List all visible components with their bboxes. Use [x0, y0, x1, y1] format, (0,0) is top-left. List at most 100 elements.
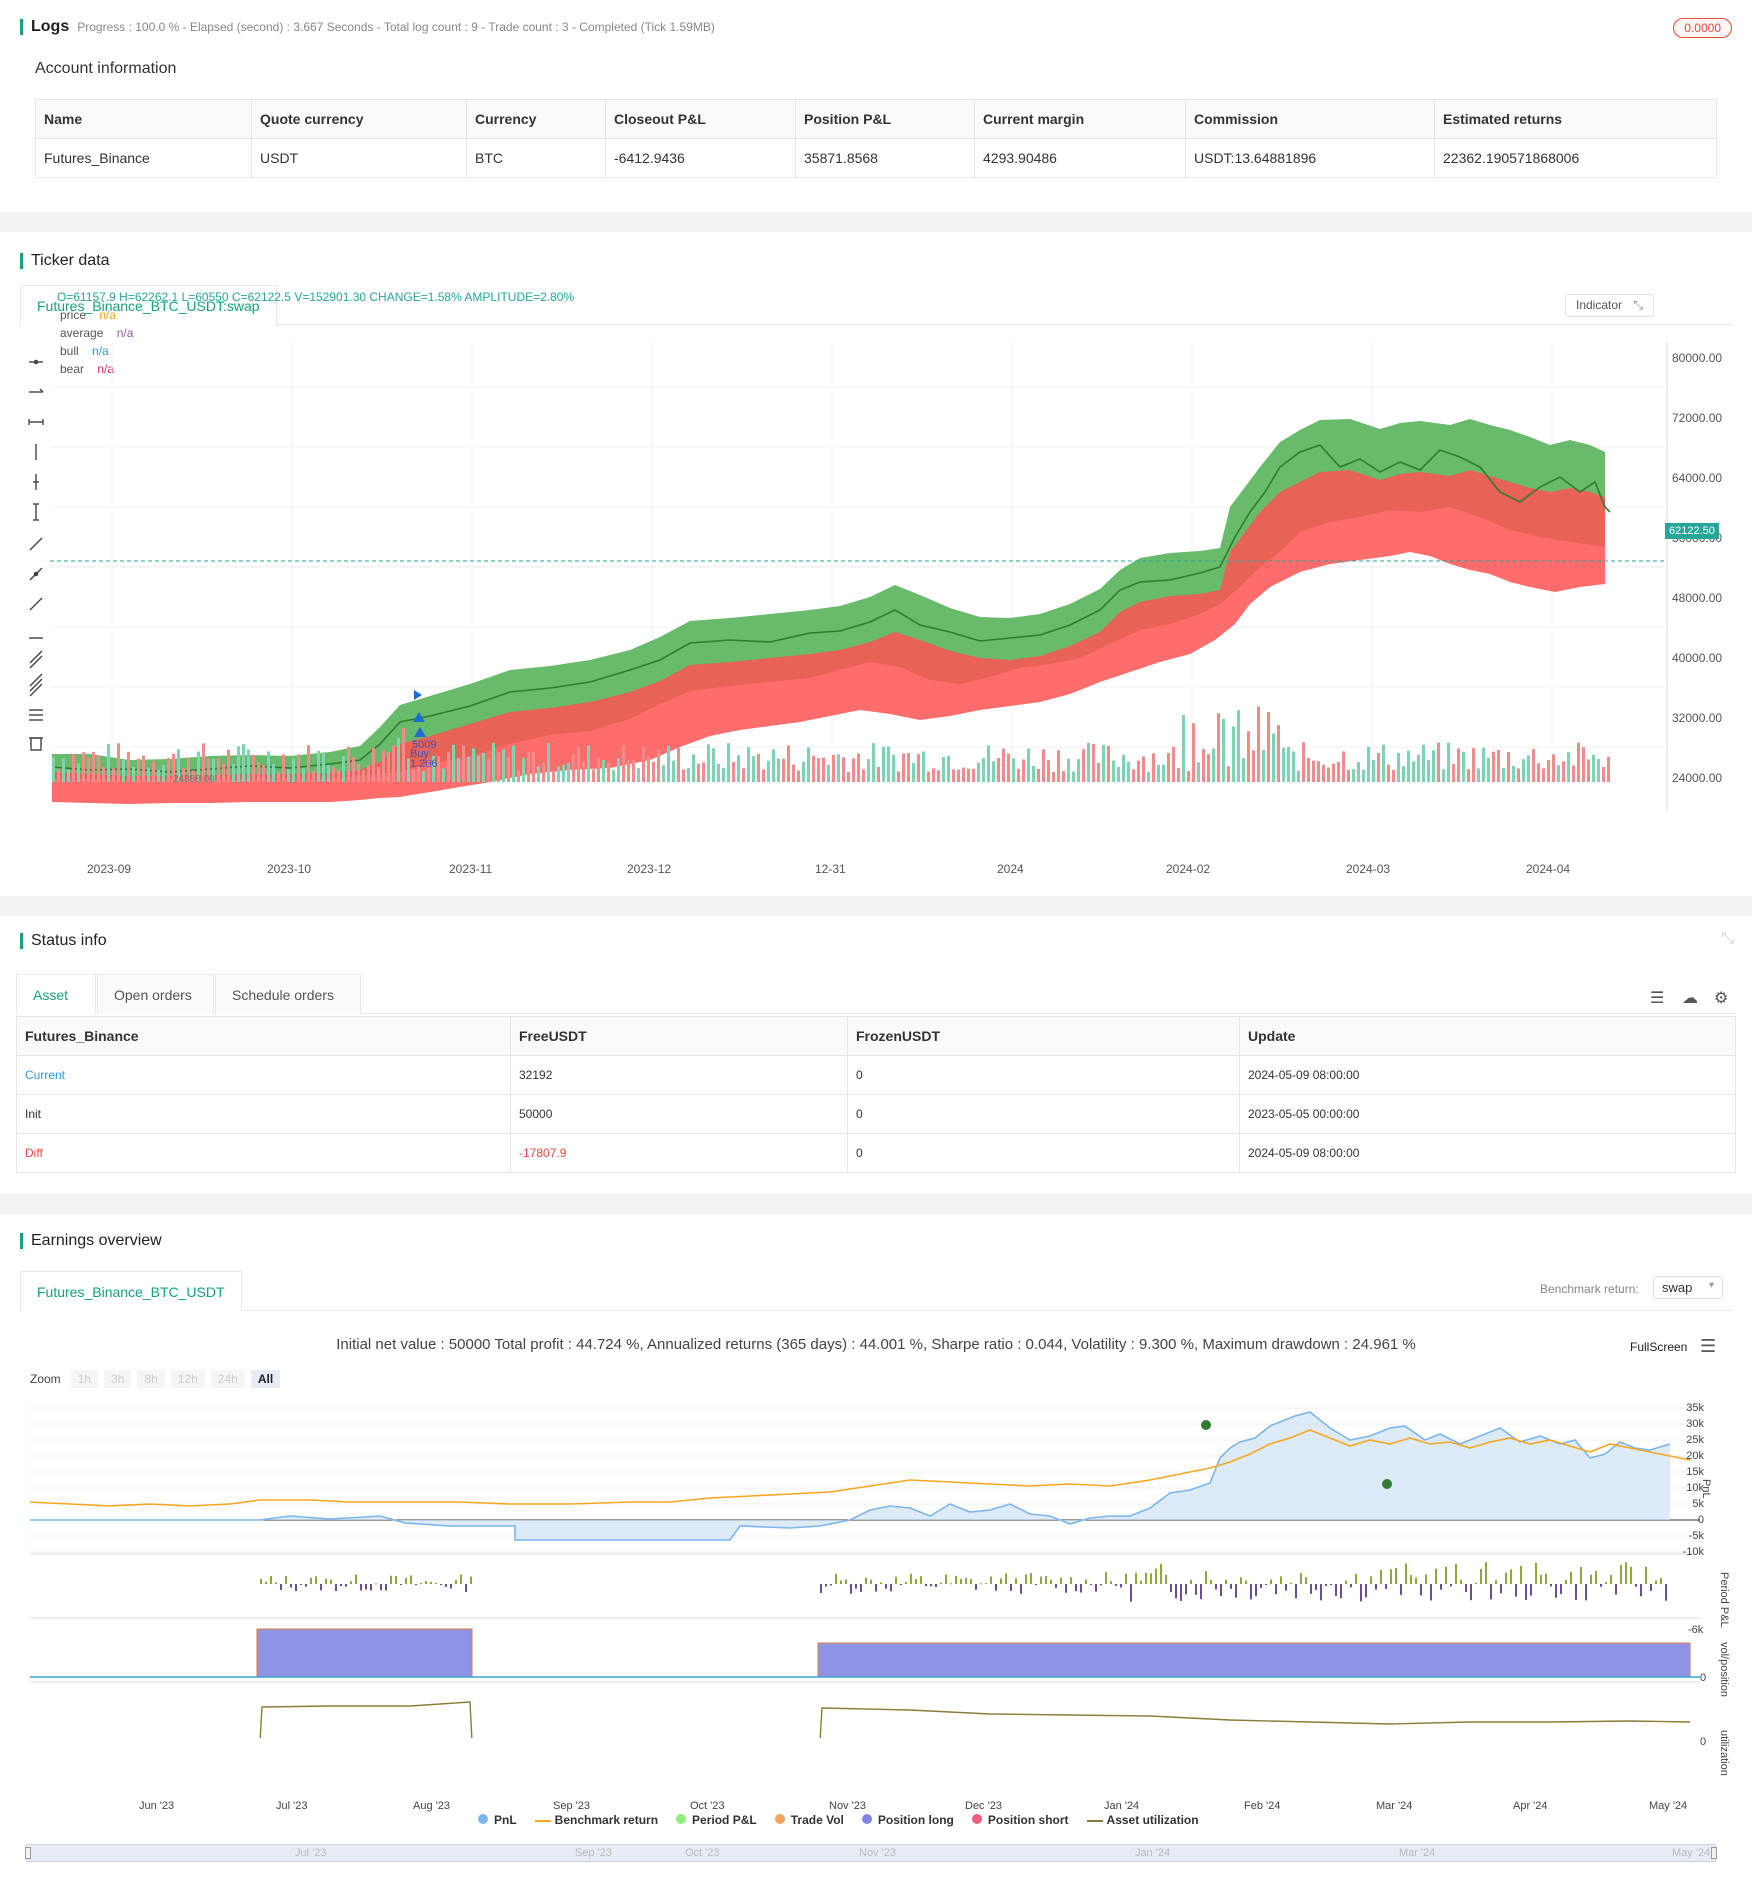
volume-bar	[147, 767, 150, 782]
legend-pnl[interactable]: PnL	[478, 1813, 517, 1827]
legend-position-long-label: Position long	[877, 1813, 954, 1827]
volume-bar	[1392, 770, 1395, 782]
period-pnl-bar	[290, 1584, 292, 1588]
indicator-button[interactable]: Indicator ⤡	[1565, 294, 1654, 317]
collapse-icon[interactable]: ⤡	[1721, 930, 1734, 948]
period-pnl-bar	[360, 1584, 362, 1591]
navigator-handle-right[interactable]	[1711, 1847, 1717, 1859]
period-pnl-bar	[425, 1580, 427, 1584]
zoom-3h[interactable]: 3h	[104, 1370, 132, 1388]
volume-bar	[1572, 765, 1575, 782]
volume-bar	[992, 761, 995, 782]
legend-benchmark[interactable]: Benchmark return	[534, 1813, 658, 1827]
volume-bar	[782, 758, 785, 782]
dot-icon	[478, 1814, 488, 1824]
volume-bar	[802, 761, 805, 782]
volume-bar	[577, 747, 580, 782]
period-pnl-bar	[370, 1584, 372, 1591]
legend-trade-vol[interactable]: Trade Vol	[774, 1813, 844, 1827]
period-pnl-axis-title: Period P&L	[1718, 1572, 1730, 1628]
x-tick: May '24	[1649, 1800, 1688, 1812]
volume-bar	[292, 758, 295, 782]
volume-bar	[547, 743, 550, 782]
period-pnl-bar	[850, 1584, 852, 1594]
ohlc-readout: O=61157.9 H=62262.1 L=60550 C=62122.5 V=…	[57, 290, 575, 304]
benchmark-select[interactable]: swap ▾	[1653, 1276, 1723, 1299]
earnings-chart[interactable]	[30, 1398, 1710, 1738]
period-pnl-bar	[980, 1583, 982, 1585]
col-frozen-usdt: FrozenUSDT	[847, 1016, 1240, 1056]
period-pnl-bar	[1080, 1584, 1082, 1593]
period-pnl-bar	[940, 1582, 942, 1584]
candlestick-chart[interactable]: 5009 1.266 Buy 24888.00	[50, 342, 1670, 812]
volume-bar	[632, 760, 635, 782]
volume-bar	[1067, 758, 1070, 782]
volume-bar	[162, 764, 165, 782]
fullscreen-button[interactable]: FullScreen	[1630, 1340, 1687, 1354]
period-pnl-bar	[1170, 1584, 1172, 1592]
zoom-all[interactable]: All	[250, 1370, 281, 1388]
volume-bar	[457, 758, 460, 782]
volume-bar	[422, 771, 425, 782]
volume-bar	[1242, 758, 1245, 782]
gear-icon[interactable]: ⚙	[1714, 988, 1728, 1008]
price-tag: 62122.50	[1665, 523, 1719, 539]
period-pnl-bar	[1040, 1576, 1042, 1584]
volume-bar	[572, 754, 575, 782]
navigator-handle-left[interactable]	[25, 1847, 31, 1859]
tab-asset[interactable]: Asset	[16, 974, 96, 1014]
col-currency: Currency	[466, 99, 606, 139]
period-pnl-bar	[855, 1584, 857, 1589]
zoom-24h[interactable]: 24h	[210, 1370, 245, 1388]
account-row: Futures_Binance USDT BTC -6412.9436 3587…	[35, 138, 1717, 178]
zoom-12h[interactable]: 12h	[170, 1370, 205, 1388]
zoom-8h[interactable]: 8h	[137, 1370, 165, 1388]
summary-line: Initial net value : 50000 Total profit :…	[336, 1336, 1416, 1353]
list-icon[interactable]: ☰	[1650, 988, 1664, 1008]
tab-btc-usdt[interactable]: Futures_Binance_BTC_USDT	[20, 1271, 242, 1311]
volume-bar	[1507, 751, 1510, 782]
volume-bar	[1547, 760, 1550, 782]
volume-bar	[1607, 756, 1610, 782]
volume-bar	[1512, 765, 1515, 782]
y-tick: 80000.00	[1672, 351, 1723, 365]
volume-bar	[1132, 769, 1135, 782]
volume-bar	[972, 768, 975, 782]
volume-bar	[607, 762, 610, 782]
volume-bar	[847, 771, 850, 782]
volume-bar	[1042, 749, 1045, 782]
legend-asset-utilization[interactable]: Asset utilization	[1086, 1813, 1199, 1827]
legend-position-long[interactable]: Position long	[861, 1813, 954, 1827]
volume-bar	[247, 749, 250, 782]
drawing-tools-icons[interactable]	[26, 350, 46, 790]
cell-current-margin: 4293.90486	[974, 138, 1186, 178]
tab-schedule-orders[interactable]: Schedule orders	[215, 974, 361, 1014]
period-pnl-bar	[390, 1575, 392, 1584]
period-pnl-bar	[1515, 1584, 1517, 1597]
legend-period-pnl[interactable]: Period P&L	[676, 1813, 757, 1827]
menu-icon[interactable]: ☰	[1700, 1336, 1716, 1357]
cloud-download-icon[interactable]: ☁	[1682, 988, 1698, 1008]
navigator[interactable]: Jul '23 Sep '23 Oct '23 Nov '23 Jan '24 …	[25, 1844, 1717, 1862]
volume-bar	[1502, 767, 1505, 782]
volume-bar	[902, 753, 905, 782]
zoom-1h[interactable]: 1h	[70, 1370, 99, 1388]
x-tick: 2024-03	[1346, 862, 1391, 876]
volume-bar	[1167, 752, 1170, 782]
legend-position-short[interactable]: Position short	[971, 1813, 1069, 1827]
volume-bar	[1217, 713, 1220, 782]
volume-bar	[932, 768, 935, 782]
volume-bar	[937, 770, 940, 782]
volume-bar	[232, 763, 235, 782]
period-pnl-bar	[320, 1584, 322, 1591]
period-pnl-bar	[270, 1576, 272, 1584]
tab-open-orders[interactable]: Open orders	[97, 974, 214, 1014]
period-pnl-bar	[330, 1579, 332, 1584]
volume-bar	[592, 769, 595, 782]
x-tick: Jan '24	[1104, 1800, 1140, 1812]
volume-bar	[137, 758, 140, 782]
volume-bar	[342, 755, 345, 782]
period-pnl-bar	[1260, 1584, 1262, 1588]
volume-bar	[1477, 768, 1480, 782]
period-pnl-bar	[1210, 1580, 1212, 1584]
